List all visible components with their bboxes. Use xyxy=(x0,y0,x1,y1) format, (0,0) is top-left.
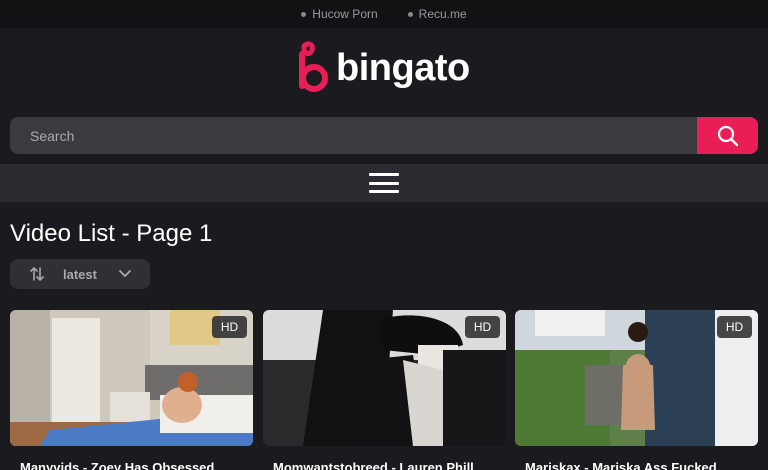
video-card[interactable]: HD Manyvids - Zoey Has Obsessed xyxy=(10,310,253,470)
video-title[interactable]: Manyvids - Zoey Has Obsessed xyxy=(20,460,250,470)
top-link-label: Recu.me xyxy=(418,7,467,21)
bullet-dot xyxy=(301,11,307,17)
hd-badge: HD xyxy=(717,316,752,338)
hamburger-menu-icon[interactable] xyxy=(369,173,399,193)
hd-badge: HD xyxy=(212,316,247,338)
video-title[interactable]: Momwantstobreed - Lauren Phill xyxy=(273,460,503,470)
top-link-hucow-porn[interactable]: Hucow Porn xyxy=(301,7,378,21)
top-link-label: Hucow Porn xyxy=(312,7,378,21)
sort-arrows-icon xyxy=(30,266,44,282)
video-title[interactable]: Mariskax - Mariska Ass Fucked xyxy=(525,460,755,470)
sort-dropdown[interactable]: latest xyxy=(10,259,150,289)
search-bar xyxy=(10,117,758,154)
search-button[interactable] xyxy=(697,117,758,154)
video-card[interactable]: HD Momwantstobreed - Lauren Phill xyxy=(263,310,506,470)
nav-bar xyxy=(0,164,768,202)
page-title: Video List - Page 1 xyxy=(10,220,213,247)
search-icon xyxy=(717,125,738,146)
top-link-recu-me[interactable]: Recu.me xyxy=(407,7,467,21)
sort-selected-label: latest xyxy=(63,267,97,282)
top-links-bar: Hucow Porn Recu.me xyxy=(0,0,768,28)
site-logo[interactable]: bingato xyxy=(298,38,470,98)
logo-mark-icon xyxy=(299,41,328,92)
video-card[interactable]: HD Mariskax - Mariska Ass Fucked xyxy=(515,310,758,470)
bullet-dot xyxy=(407,11,413,17)
chevron-down-icon xyxy=(119,270,131,278)
video-thumbnail[interactable]: HD xyxy=(515,310,758,446)
video-thumbnail[interactable]: HD xyxy=(10,310,253,446)
video-thumbnail[interactable]: HD xyxy=(263,310,506,446)
logo-text: bingato xyxy=(336,46,470,89)
search-input[interactable] xyxy=(10,117,698,154)
hd-badge: HD xyxy=(465,316,500,338)
